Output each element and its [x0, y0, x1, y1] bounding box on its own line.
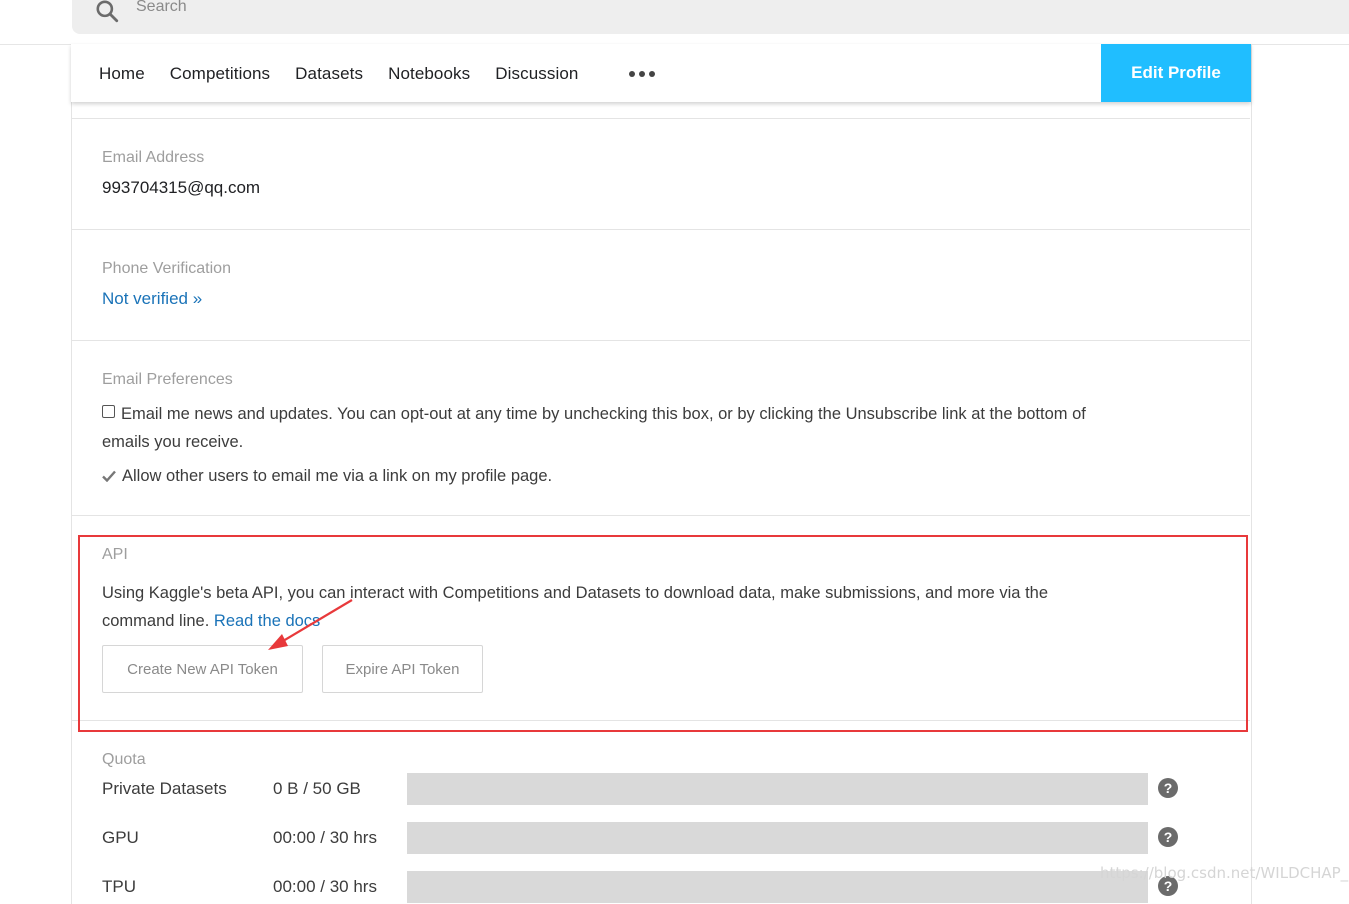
nav-discussion[interactable]: Discussion — [495, 64, 578, 84]
search-input[interactable]: Search — [136, 0, 187, 16]
news-option: Email me news and updates. You can opt-o… — [102, 405, 1086, 451]
watermark-text: https://blog.csdn.net/WILDCHAP_ — [1100, 864, 1349, 882]
top-bar: Search — [0, 0, 1349, 45]
phone-verify-link[interactable]: Not verified » — [102, 289, 202, 308]
news-checkbox[interactable] — [102, 405, 115, 418]
nav-notebooks[interactable]: Notebooks — [388, 64, 470, 84]
divider — [72, 515, 1250, 516]
quota-label: Quota — [102, 751, 146, 768]
search-icon — [96, 0, 119, 23]
help-icon[interactable]: ? — [1158, 778, 1178, 798]
quota-progress-bar — [407, 871, 1148, 903]
quota-progress-bar — [407, 773, 1148, 805]
phone-label: Phone Verification — [102, 260, 231, 277]
nav-datasets[interactable]: Datasets — [295, 64, 363, 84]
create-api-token-button[interactable]: Create New API Token — [102, 645, 303, 693]
quota-row-private-datasets: Private Datasets 0 B / 50 GB ? — [102, 773, 1192, 805]
edit-profile-button[interactable]: Edit Profile — [1101, 44, 1251, 102]
help-icon[interactable]: ? — [1158, 827, 1178, 847]
profile-nav: Home Competitions Datasets Notebooks Dis… — [71, 44, 1251, 102]
api-description: Using Kaggle's beta API, you can interac… — [102, 584, 1049, 630]
allow-option: Allow other users to email me via a link… — [102, 462, 1222, 490]
divider — [72, 720, 1250, 721]
divider — [72, 229, 1250, 230]
quota-row-tpu: TPU 00:00 / 30 hrs ? — [102, 871, 1192, 903]
more-menu-icon[interactable] — [629, 71, 655, 77]
nav-home[interactable]: Home — [99, 64, 145, 84]
checkmark-icon[interactable] — [102, 470, 116, 482]
preferences-label: Email Preferences — [102, 371, 233, 388]
quota-progress-bar — [407, 822, 1148, 854]
read-docs-link[interactable]: Read the docs — [214, 612, 320, 630]
email-label: Email Address — [102, 149, 205, 166]
search-bar[interactable]: Search — [72, 0, 1349, 34]
api-label: API — [102, 546, 128, 563]
email-value: 993704315@qq.com — [102, 178, 261, 197]
quota-row-gpu: GPU 00:00 / 30 hrs ? — [102, 822, 1192, 854]
expire-api-token-button[interactable]: Expire API Token — [322, 645, 483, 693]
divider — [72, 118, 1250, 119]
nav-competitions[interactable]: Competitions — [170, 64, 270, 84]
divider — [72, 340, 1250, 341]
